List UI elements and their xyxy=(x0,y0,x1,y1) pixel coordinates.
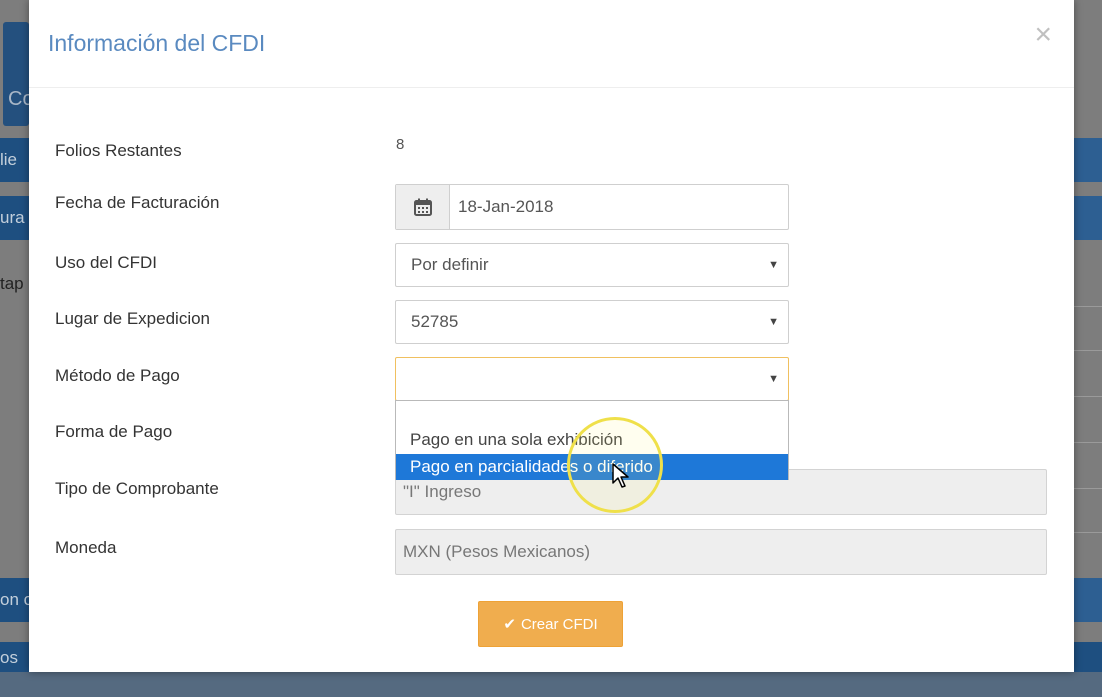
moneda-label: Moneda xyxy=(55,538,117,557)
fecha-label: Fecha de Facturación xyxy=(55,193,220,212)
background-bar-text: lie xyxy=(0,150,18,169)
moneda-field: MXN (Pesos Mexicanos) xyxy=(395,529,1047,575)
uso-cfdi-value: Por definir xyxy=(411,255,489,274)
uso-label: Uso del CFDI xyxy=(55,253,158,272)
background-side-text: tap xyxy=(0,274,24,293)
forma-label: Forma de Pago xyxy=(55,422,173,441)
crear-cfdi-label: Crear CFDI xyxy=(520,615,598,633)
dropdown-arrow-icon: ▼ xyxy=(768,316,779,328)
dropdown-arrow-icon: ▼ xyxy=(768,373,779,385)
check-icon: ✔ xyxy=(503,616,516,633)
crear-cfdi-button[interactable]: ✔ Crear CFDI xyxy=(478,601,623,647)
dropdown-option-highlighted[interactable]: Pago en parcialidades o diferido xyxy=(396,454,788,480)
dropdown-option[interactable]: Pago en una sola exhibición xyxy=(396,427,788,453)
uso-cfdi-select[interactable]: Por definir ▼ xyxy=(395,243,789,287)
modal-header: Información del CFDI × xyxy=(29,0,1074,88)
tipo-label: Tipo de Comprobante xyxy=(55,479,219,498)
background-bar-text: os xyxy=(0,648,18,667)
date-input[interactable]: 18-Jan-2018 xyxy=(450,185,788,229)
folios-label: Folios Restantes xyxy=(55,141,182,160)
metodo-pago-dropdown-list: Pago en una sola exhibición Pago en parc… xyxy=(395,400,789,480)
lugar-expedicion-value: 52785 xyxy=(411,312,459,331)
moneda-value: MXN (Pesos Mexicanos) xyxy=(403,542,591,561)
metodo-label: Método de Pago xyxy=(55,366,180,385)
dropdown-arrow-icon: ▼ xyxy=(768,259,779,271)
close-icon[interactable]: × xyxy=(1034,20,1052,50)
background-bar-text: on c xyxy=(0,590,33,609)
calendar-icon[interactable] xyxy=(396,185,450,229)
cfdi-modal: Información del CFDI × Folios Restantes … xyxy=(29,0,1074,672)
background-tile: Co xyxy=(3,22,34,126)
background-bar-text: ura xyxy=(0,208,25,227)
date-field[interactable]: 18-Jan-2018 xyxy=(395,184,789,230)
lugar-label: Lugar de Expedicion xyxy=(55,309,211,328)
modal-title: Información del CFDI xyxy=(48,30,266,56)
metodo-pago-select[interactable]: ▼ xyxy=(395,357,789,401)
lugar-expedicion-select[interactable]: 52785 ▼ xyxy=(395,300,789,344)
folios-value: 8 xyxy=(396,136,405,153)
